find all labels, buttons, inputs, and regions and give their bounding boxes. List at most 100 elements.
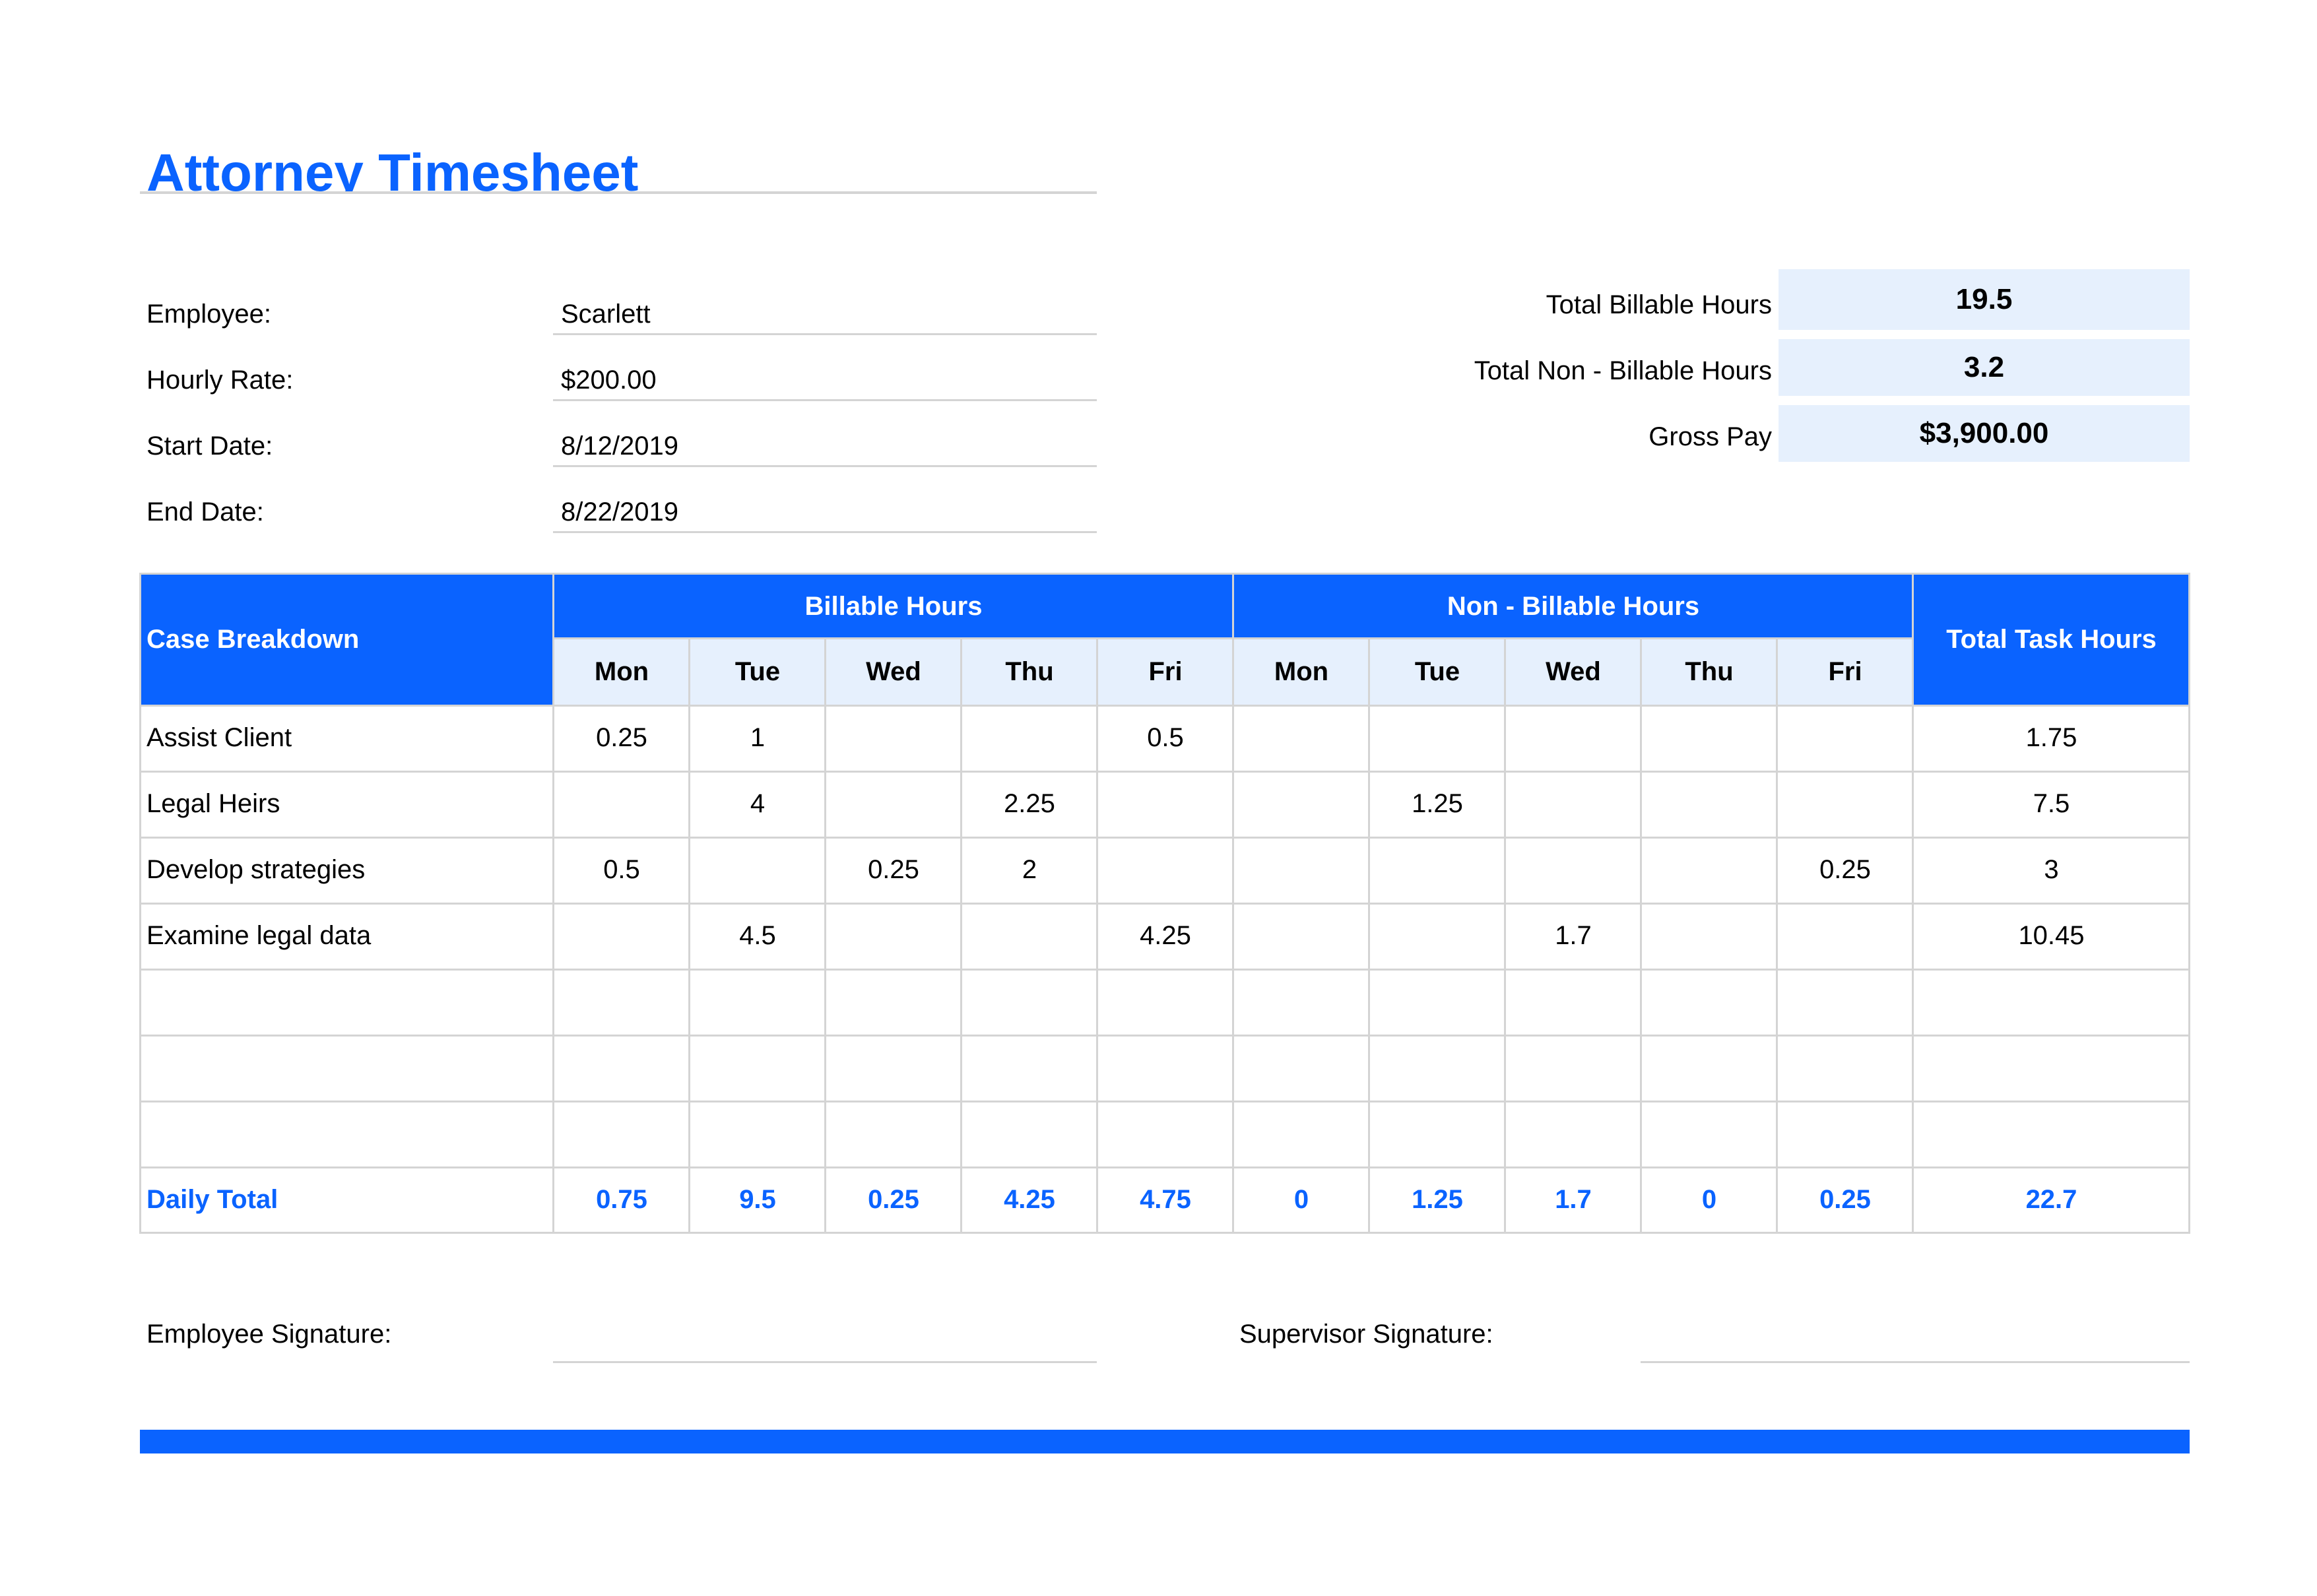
task-total-cell: 3: [2044, 854, 2059, 884]
grid-line: [140, 1101, 2190, 1102]
hours-cell[interactable]: 0.25: [1777, 837, 1913, 903]
hours-cell[interactable]: 2: [962, 837, 1097, 903]
hours-cell[interactable]: 1: [690, 705, 826, 771]
hours-cell[interactable]: [1777, 705, 1913, 771]
grid-line: [140, 705, 2190, 707]
nonbillable-day-thu: Thu: [1641, 639, 1777, 705]
task-name-cell[interactable]: [140, 969, 554, 1035]
grid-line: [824, 639, 826, 1234]
hours-cell[interactable]: 0.25: [826, 837, 962, 903]
hours-cell[interactable]: 4: [690, 771, 826, 837]
daily-total-cell: 1.7: [1555, 1184, 1592, 1214]
hours-cell[interactable]: [1233, 705, 1369, 771]
hours-cell[interactable]: 2.25: [962, 771, 1097, 837]
grid-line: [1640, 639, 1642, 1234]
grid-line: [1232, 573, 1234, 1234]
hours-cell[interactable]: [1097, 837, 1233, 903]
grid-line: [140, 903, 2190, 905]
grid-line: [1368, 639, 1370, 1234]
hours-cell[interactable]: 0.5: [554, 837, 690, 903]
hours-cell[interactable]: [1641, 705, 1777, 771]
grid-line: [140, 1166, 2190, 1168]
task-name-cell[interactable]: Examine legal data: [140, 903, 554, 969]
grid-line: [140, 1035, 2190, 1037]
table-border-bottom: [140, 1232, 2190, 1234]
grid-line: [140, 969, 2190, 971]
billable-hours-header: Billable Hours: [554, 574, 1233, 639]
hours-cell[interactable]: [962, 903, 1097, 969]
table-border-top: [140, 573, 2190, 575]
hours-cell[interactable]: [1641, 903, 1777, 969]
grid-line: [552, 573, 554, 1234]
hours-cell[interactable]: 1.7: [1505, 903, 1641, 969]
hours-cell[interactable]: [554, 903, 690, 969]
nonbillable-day-tue: Tue: [1369, 639, 1505, 705]
daily-total-cell: 0.25: [1819, 1184, 1871, 1214]
billable-day-fri: Fri: [1097, 639, 1233, 705]
hours-cell[interactable]: [1505, 837, 1641, 903]
hours-cell[interactable]: [1505, 771, 1641, 837]
hours-cell[interactable]: [1505, 705, 1641, 771]
task-name-cell[interactable]: Legal Heirs: [140, 771, 554, 837]
hours-cell[interactable]: [1369, 903, 1505, 969]
task-name-cell[interactable]: [140, 1035, 554, 1101]
grid-line: [1096, 639, 1098, 1234]
grand-total-cell: 22.7: [2025, 1184, 2077, 1214]
header-divider: [554, 637, 1913, 639]
grid-line: [688, 639, 690, 1234]
task-name-cell[interactable]: Develop strategies: [140, 837, 554, 903]
hours-cell[interactable]: [1777, 771, 1913, 837]
hours-cell[interactable]: [1233, 771, 1369, 837]
hours-cell[interactable]: [690, 837, 826, 903]
hours-cell[interactable]: [1641, 771, 1777, 837]
hours-cell[interactable]: 0.25: [554, 705, 690, 771]
hours-cell[interactable]: [554, 771, 690, 837]
daily-total-cell: 0: [1293, 1184, 1309, 1214]
billable-day-mon: Mon: [554, 639, 690, 705]
task-total-cell: 1.75: [2025, 722, 2077, 752]
employee-signature-line[interactable]: [553, 1361, 1097, 1363]
timesheet-table: Case Breakdown Billable Hours Non - Bill…: [0, 0, 2317, 1596]
task-name-cell[interactable]: [140, 1101, 554, 1166]
hours-cell[interactable]: [1233, 837, 1369, 903]
billable-day-tue: Tue: [690, 639, 826, 705]
grid-line: [1776, 639, 1778, 1234]
task-name-cell[interactable]: Assist Client: [140, 705, 554, 771]
hours-cell[interactable]: [1097, 771, 1233, 837]
daily-total-cell: 0: [1701, 1184, 1717, 1214]
daily-total-cell: 0.25: [868, 1184, 919, 1214]
daily-total-cell: 4.25: [1004, 1184, 1055, 1214]
billable-day-wed: Wed: [826, 639, 962, 705]
supervisor-signature-label: Supervisor Signature:: [1239, 1320, 1493, 1349]
hours-cell[interactable]: [826, 903, 962, 969]
hours-cell[interactable]: [1233, 903, 1369, 969]
hours-cell[interactable]: [826, 771, 962, 837]
hours-cell[interactable]: [962, 705, 1097, 771]
grid-line: [1912, 573, 1914, 1234]
nonbillable-day-mon: Mon: [1233, 639, 1369, 705]
grid-line: [140, 837, 2190, 839]
hours-cell[interactable]: [1369, 837, 1505, 903]
daily-total-cell: 9.5: [739, 1184, 776, 1214]
daily-total-cell: 4.75: [1140, 1184, 1191, 1214]
hours-cell[interactable]: 4.5: [690, 903, 826, 969]
hours-cell[interactable]: 4.25: [1097, 903, 1233, 969]
employee-signature-label: Employee Signature:: [147, 1320, 392, 1349]
hours-cell[interactable]: [1777, 903, 1913, 969]
hours-cell[interactable]: [826, 705, 962, 771]
hours-cell[interactable]: 0.5: [1097, 705, 1233, 771]
table-border-right: [2188, 573, 2190, 1234]
table-border-left: [139, 573, 141, 1234]
billable-day-thu: Thu: [962, 639, 1097, 705]
hours-cell[interactable]: [1641, 837, 1777, 903]
hours-cell[interactable]: [1369, 705, 1505, 771]
nonbillable-day-wed: Wed: [1505, 639, 1641, 705]
grid-line: [960, 639, 962, 1234]
footer-accent-bar: [140, 1430, 2190, 1453]
nonbillable-day-fri: Fri: [1777, 639, 1913, 705]
case-breakdown-header: Case Breakdown: [140, 574, 554, 705]
hours-cell[interactable]: 1.25: [1369, 771, 1505, 837]
daily-total-cell: 0.75: [596, 1184, 647, 1214]
supervisor-signature-line[interactable]: [1641, 1361, 2190, 1363]
daily-total-label: Daily Total: [147, 1184, 278, 1214]
